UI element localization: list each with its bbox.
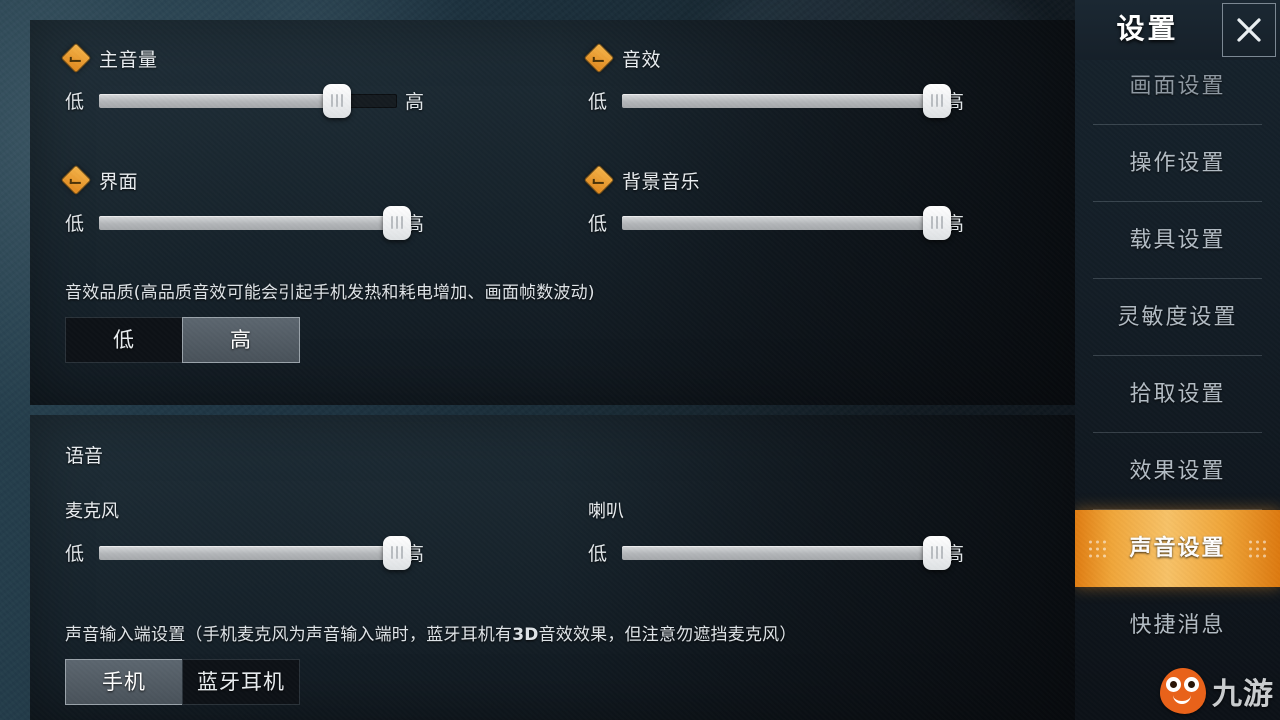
settings-sidebar: 画面设置 操作设置 载具设置 灵敏度设置 拾取设置 效果设置 声音设置 快捷消息…: [1075, 0, 1280, 720]
setting-speaker: 喇叭 低 高: [588, 497, 1048, 570]
voice-section-title: 语音: [65, 445, 104, 467]
setting-label: 麦克风: [65, 501, 119, 522]
sidebar-item-label: 灵敏度设置: [1117, 305, 1238, 330]
slider-low-label: 低: [588, 543, 608, 565]
setting-sound-effects: 音效 低 高: [583, 42, 1048, 118]
slider-low-label: 低: [65, 543, 85, 565]
setting-ui-sound: 界面 低 高: [60, 164, 510, 240]
quality-option-low[interactable]: 低: [65, 317, 183, 363]
watermark-logo: 九游: [1160, 668, 1274, 714]
audio-input-group: 声音输入端设置（手机麦克风为声音输入端时，蓝牙耳机有3D音效效果，但注意勿遮挡麦…: [65, 620, 797, 705]
close-button[interactable]: [1222, 3, 1276, 57]
sidebar-menu: 画面设置 操作设置 载具设置 灵敏度设置 拾取设置 效果设置 声音设置 快捷消息: [1075, 48, 1280, 664]
audio-settings-panel: 主音量 低 高 音效 低 高 界面 低 高 背景音乐 低 高 音效品质(高品质音…: [30, 20, 1075, 405]
setting-microphone: 麦克风 低 高: [65, 497, 510, 570]
checkbox-checked-icon[interactable]: [60, 42, 92, 74]
sidebar-item-label: 拾取设置: [1129, 382, 1226, 407]
page-title: 设置: [1116, 12, 1179, 45]
sidebar-item-effects[interactable]: 效果设置: [1075, 433, 1280, 510]
audio-input-note-part2: 音效效果，但注意勿遮挡麦克风）: [538, 625, 797, 645]
audio-input-toggle: 手机 蓝牙耳机: [65, 659, 797, 705]
settings-content: 主音量 低 高 音效 低 高 界面 低 高 背景音乐 低 高 音效品质(高品质音…: [0, 0, 1075, 720]
sidebar-item-label: 效果设置: [1129, 459, 1226, 484]
checkbox-checked-icon[interactable]: [583, 164, 615, 196]
audio-input-note: 声音输入端设置（手机麦克风为声音输入端时，蓝牙耳机有3D音效效果，但注意勿遮挡麦…: [65, 620, 797, 645]
setting-label: 喇叭: [588, 501, 624, 522]
setting-label: 背景音乐: [622, 170, 701, 193]
setting-label: 界面: [99, 170, 139, 193]
sidebar-item-vehicle[interactable]: 载具设置: [1075, 202, 1280, 279]
setting-label: 主音量: [99, 48, 158, 71]
speaker-slider[interactable]: [622, 535, 951, 570]
audio-input-note-part1: 声音输入端设置（手机麦克风为声音输入端时，蓝牙耳机有: [65, 625, 513, 645]
decor-dots-left: [1089, 540, 1106, 557]
setting-background-music: 背景音乐 低 高: [583, 164, 1048, 240]
input-option-bluetooth[interactable]: 蓝牙耳机: [182, 659, 300, 705]
slider-low-label: 低: [588, 91, 608, 113]
sidebar-item-label: 快捷消息: [1129, 613, 1226, 638]
ui-sound-slider[interactable]: [99, 205, 411, 240]
sidebar-item-audio[interactable]: 声音设置: [1075, 510, 1280, 587]
sidebar-item-sensitivity[interactable]: 灵敏度设置: [1075, 279, 1280, 356]
slider-low-label: 低: [65, 91, 85, 113]
sound-effects-slider[interactable]: [622, 83, 951, 118]
master-volume-slider[interactable]: [99, 83, 397, 118]
background-music-slider[interactable]: [622, 205, 951, 240]
sidebar-item-label: 操作设置: [1129, 151, 1226, 176]
microphone-slider[interactable]: [99, 535, 411, 570]
slider-low-label: 低: [65, 213, 85, 235]
sidebar-item-pickup[interactable]: 拾取设置: [1075, 356, 1280, 433]
quality-option-high[interactable]: 高: [182, 317, 300, 363]
sound-quality-group: 音效品质(高品质音效可能会引起手机发热和耗电增加、画面帧数波动) 低 高: [65, 278, 595, 363]
checkbox-checked-icon[interactable]: [60, 164, 92, 196]
sidebar-item-label: 声音设置: [1129, 536, 1226, 561]
sound-quality-toggle: 低 高: [65, 317, 595, 363]
close-icon: [1237, 18, 1261, 42]
sound-quality-note: 音效品质(高品质音效可能会引起手机发热和耗电增加、画面帧数波动): [65, 283, 595, 303]
sidebar-header: 设置: [1075, 0, 1280, 60]
setting-label: 音效: [622, 48, 662, 71]
checkbox-checked-icon[interactable]: [583, 42, 615, 74]
input-option-phone[interactable]: 手机: [65, 659, 183, 705]
slider-low-label: 低: [588, 213, 608, 235]
sidebar-item-label: 画面设置: [1129, 74, 1226, 99]
voice-settings-panel: 语音 麦克风 低 高 喇叭 低 高 声音输入端设置（手机麦克风为声音输入端时，蓝…: [30, 415, 1075, 720]
sidebar-item-controls[interactable]: 操作设置: [1075, 125, 1280, 202]
sidebar-item-quickmsg[interactable]: 快捷消息: [1075, 587, 1280, 664]
mascot-icon: [1160, 668, 1206, 714]
audio-input-note-emphasis: 3D: [512, 625, 539, 645]
slider-high-label: 高: [405, 91, 425, 113]
watermark-text: 九游: [1212, 677, 1274, 712]
setting-master-volume: 主音量 低 高: [60, 42, 510, 118]
decor-dots-right: [1249, 540, 1266, 557]
sidebar-item-label: 载具设置: [1129, 228, 1226, 253]
